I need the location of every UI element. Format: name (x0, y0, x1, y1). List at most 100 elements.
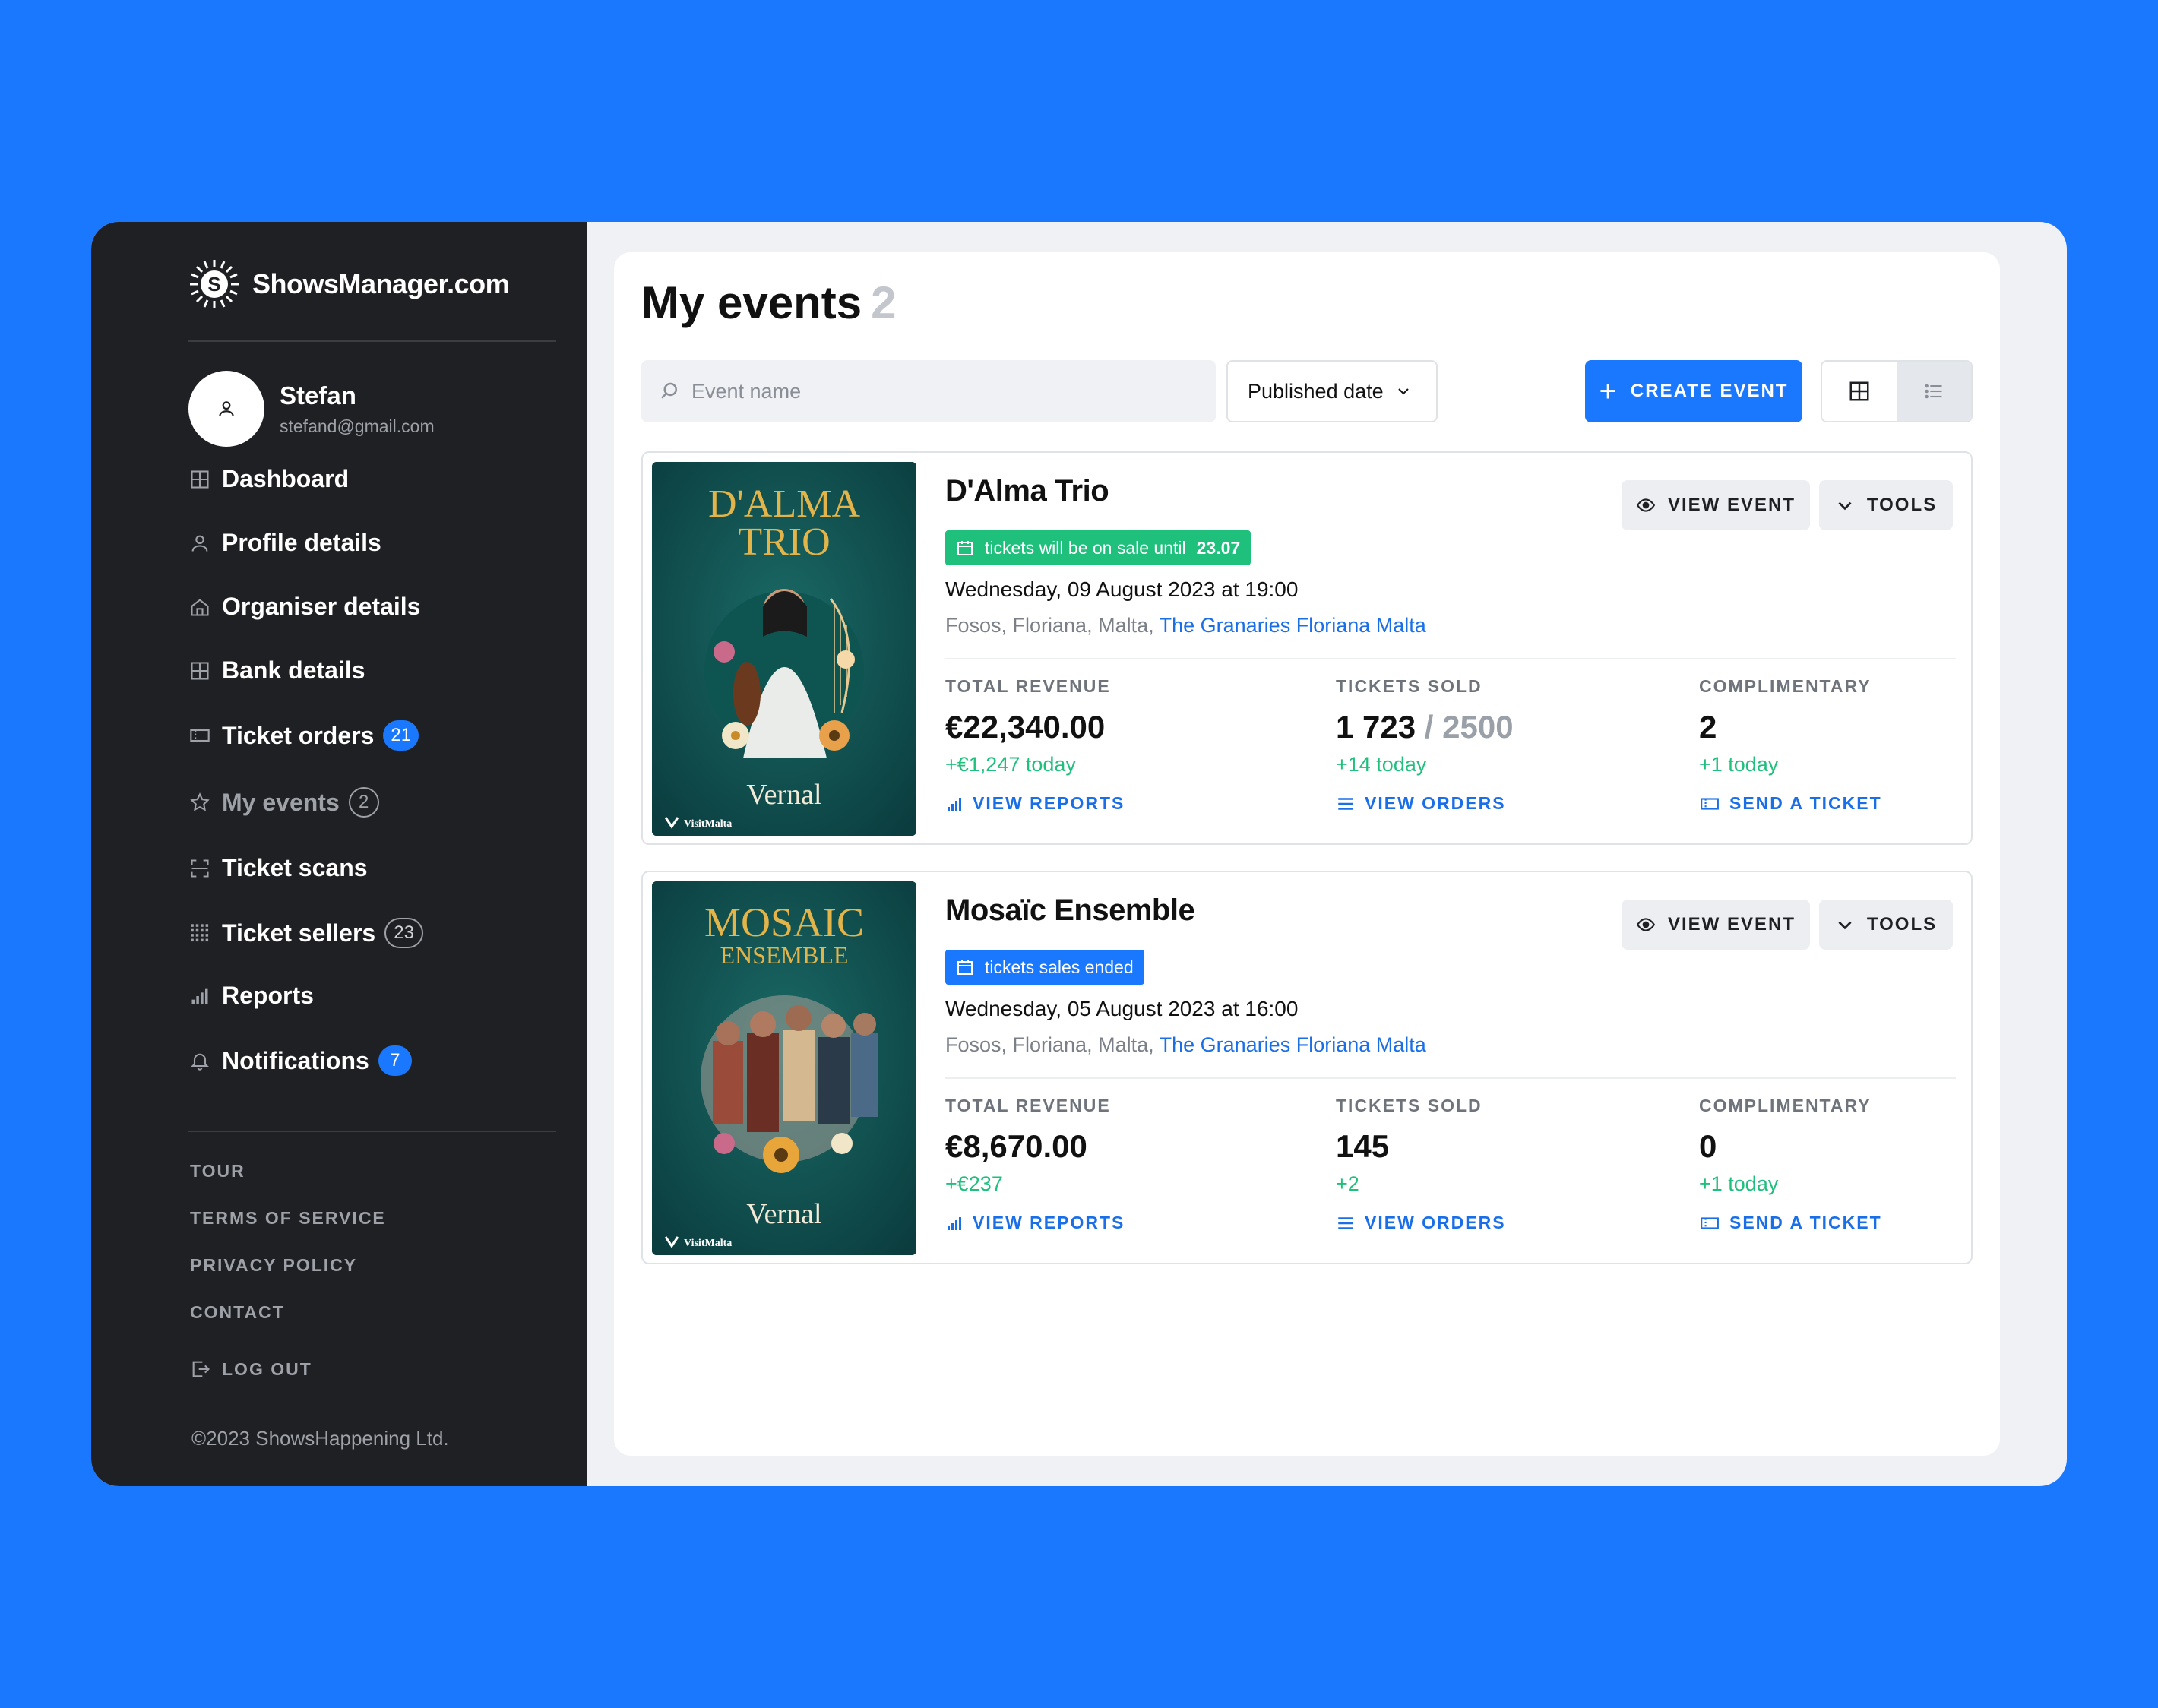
tools-button[interactable]: TOOLS (1819, 900, 1953, 950)
list-view-button[interactable] (1897, 362, 1971, 421)
stat-complimentary: COMPLIMENTARY 2 +1 today SEND A TICKET (1699, 676, 1882, 814)
eye-icon (1636, 915, 1656, 935)
send-ticket-link[interactable]: SEND A TICKET (1699, 1213, 1882, 1233)
event-datetime: Wednesday, 09 August 2023 at 19:00 (945, 577, 1299, 601)
event-title[interactable]: Mosaïc Ensemble (945, 894, 1195, 928)
table-icon (188, 659, 211, 682)
dots-grid-icon (188, 922, 211, 944)
sort-dropdown[interactable]: Published date (1226, 360, 1438, 422)
sidebar-item-ticket-scans[interactable]: Ticket scans (188, 854, 368, 882)
stat-value: 1 723 / 2500 (1336, 709, 1514, 745)
sidebar-item-label: Ticket orders (222, 721, 375, 749)
tools-label: TOOLS (1866, 914, 1938, 935)
logout-icon (192, 1361, 210, 1377)
home-icon (188, 596, 211, 618)
event-location: Fosos, Floriana, Malta, The Granaries Fl… (945, 1033, 1426, 1057)
scan-icon (188, 857, 211, 880)
location-prefix: Fosos, Floriana, Malta, (945, 614, 1154, 637)
sidebar-item-reports[interactable]: Reports (188, 982, 314, 1010)
poster-title-line-1: MOSAIC (704, 900, 864, 945)
venue-link[interactable]: The Granaries Floriana Malta (1160, 614, 1426, 637)
stat-total-revenue: TOTAL REVENUE €22,340.00 +€1,247 today V… (945, 676, 1125, 814)
view-toggle (1821, 360, 1973, 422)
app-window: S ShowsManager.com Stefan stefand@gmail.… (91, 222, 2067, 1486)
create-event-label: CREATE EVENT (1630, 381, 1789, 401)
list-icon (1336, 1213, 1356, 1233)
sort-label: Published date (1248, 379, 1384, 403)
sidebar-item-label: My events (222, 788, 340, 816)
chevron-down-icon (1835, 915, 1855, 935)
view-event-button[interactable]: VIEW EVENT (1622, 900, 1810, 950)
send-ticket-link[interactable]: SEND A TICKET (1699, 793, 1882, 814)
stat-delta: +€237 (945, 1172, 1003, 1195)
avatar (188, 371, 264, 447)
event-poster[interactable]: MOSAIC ENSEMBLE Vernal VisitMalta (652, 881, 916, 1255)
sidebar-item-notifications[interactable]: Notifications 7 (188, 1045, 412, 1076)
poster-sponsor: VisitMalta (684, 1238, 732, 1249)
logout-button[interactable]: LOG OUT (190, 1358, 312, 1380)
stat-delta: +1 today (1699, 1172, 1779, 1195)
status-date: 23.07 (1196, 537, 1241, 558)
chevron-down-icon (1835, 495, 1855, 515)
send-ticket-label: SEND A TICKET (1729, 1213, 1882, 1232)
event-poster[interactable]: D'ALMA TRIO Vernal VisitMalta (652, 462, 916, 836)
view-orders-link[interactable]: VIEW ORDERS (1336, 793, 1514, 814)
sidebar-item-bank[interactable]: Bank details (188, 656, 365, 685)
sidebar-item-label: Organiser details (222, 593, 421, 620)
sidebar-item-my-events[interactable]: My events 2 (188, 787, 379, 818)
sidebar-item-label: Ticket scans (222, 854, 368, 881)
stat-value: 0 (1699, 1128, 1717, 1164)
stat-value: €8,670.00 (945, 1128, 1087, 1164)
poster-title-line-2: ENSEMBLE (720, 941, 849, 969)
user-icon (219, 401, 234, 416)
ticket-icon (188, 724, 211, 747)
sidebar-item-profile[interactable]: Profile details (188, 529, 381, 557)
sidebar-item-organiser[interactable]: Organiser details (188, 593, 420, 621)
events-count: 2 (871, 277, 897, 328)
sidebar-item-ticket-sellers[interactable]: Ticket sellers 23 (188, 918, 423, 948)
star-icon (188, 791, 211, 814)
bar-chart-icon (945, 795, 964, 813)
view-event-button[interactable]: VIEW EVENT (1622, 480, 1810, 530)
list-icon (1925, 384, 1942, 399)
stat-label: COMPLIMENTARY (1699, 1096, 1872, 1115)
brand-logo[interactable]: S ShowsManager.com (188, 258, 510, 310)
poster-sponsor: VisitMalta (684, 818, 732, 830)
sidebar-item-ticket-orders[interactable]: Ticket orders 21 (188, 720, 419, 751)
send-ticket-label: SEND A TICKET (1729, 793, 1882, 813)
view-orders-link[interactable]: VIEW ORDERS (1336, 1213, 1506, 1233)
grid-view-button[interactable] (1822, 362, 1897, 421)
stat-label: TICKETS SOLD (1336, 676, 1482, 696)
view-reports-link[interactable]: VIEW REPORTS (945, 1213, 1125, 1233)
stat-label: COMPLIMENTARY (1699, 676, 1872, 696)
search-box[interactable] (641, 360, 1216, 422)
create-event-button[interactable]: + CREATE EVENT (1585, 360, 1802, 422)
user-profile[interactable]: Stefan stefand@gmail.com (188, 371, 435, 447)
stat-complimentary: COMPLIMENTARY 0 +1 today SEND A TICKET (1699, 1096, 1882, 1233)
sold-total: / 2500 (1424, 709, 1514, 745)
view-event-label: VIEW EVENT (1667, 914, 1796, 935)
stat-label: TOTAL REVENUE (945, 676, 1111, 696)
page-title: My events 2 (641, 277, 897, 329)
ticket-icon (1699, 1213, 1720, 1233)
stat-total-revenue: TOTAL REVENUE €8,670.00 +€237 VIEW REPOR… (945, 1096, 1125, 1233)
footer-link-tour[interactable]: TOUR (190, 1161, 245, 1181)
sidebar-item-dashboard[interactable]: Dashboard (188, 465, 349, 493)
search-input[interactable] (691, 379, 1208, 403)
stat-delta: +2 (1336, 1172, 1359, 1195)
venue-link[interactable]: The Granaries Floriana Malta (1160, 1033, 1426, 1056)
view-orders-label: VIEW ORDERS (1365, 1213, 1506, 1232)
view-reports-link[interactable]: VIEW REPORTS (945, 793, 1125, 814)
count-badge: 7 (378, 1045, 412, 1076)
footer-link-privacy[interactable]: PRIVACY POLICY (190, 1255, 357, 1276)
bar-chart-icon (188, 985, 211, 1007)
divider (945, 658, 1956, 659)
count-badge: 2 (348, 787, 379, 818)
footer-link-contact[interactable]: CONTACT (190, 1302, 285, 1323)
footer-link-terms[interactable]: TERMS OF SERVICE (190, 1208, 386, 1229)
event-title[interactable]: D'Alma Trio (945, 474, 1109, 508)
user-name: Stefan (280, 381, 356, 410)
stat-delta: +1 today (1699, 753, 1779, 776)
user-icon (188, 532, 211, 555)
tools-button[interactable]: TOOLS (1819, 480, 1953, 530)
